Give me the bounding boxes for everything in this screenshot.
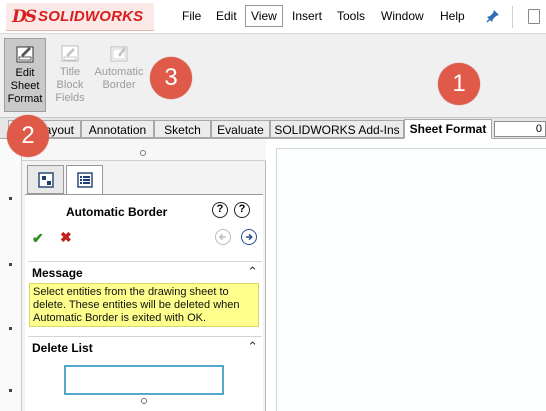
menu-bar: DS SOLIDWORKS File Edit View Insert Tool… xyxy=(0,0,546,34)
ds-logo-icon: DS xyxy=(12,6,37,27)
delete-list-box[interactable] xyxy=(64,365,224,395)
delete-list-section-title: Delete List xyxy=(32,341,93,355)
tab-annotation[interactable]: Annotation xyxy=(81,120,154,138)
menu-file[interactable]: File xyxy=(182,8,201,24)
whats-wrong-help-icon[interactable]: ? xyxy=(212,202,228,218)
menu-separator xyxy=(512,6,513,28)
menu-window[interactable]: Window xyxy=(381,8,424,24)
help-icon[interactable]: ? xyxy=(234,202,250,218)
drag-handle-icon[interactable] xyxy=(140,150,146,156)
callout-2: 2 xyxy=(7,115,49,157)
callout-3: 3 xyxy=(150,57,192,99)
automatic-border-button[interactable]: Automatic Border xyxy=(91,38,147,112)
tab-evaluate[interactable]: Evaluate xyxy=(211,120,270,138)
menu-view[interactable]: View xyxy=(245,5,283,27)
property-manager-tab[interactable] xyxy=(66,165,103,195)
new-document-icon[interactable] xyxy=(528,9,540,24)
command-tabs: Layout Annotation Sketch Evaluate SOLIDW… xyxy=(0,117,546,139)
ruler-tick xyxy=(9,263,12,266)
title-block-fields-label: Title Block Fields xyxy=(55,66,85,104)
callout-1: 1 xyxy=(438,63,480,105)
tab-sheet-format[interactable]: Sheet Format xyxy=(404,119,492,139)
message-text: Select entities from the drawing sheet t… xyxy=(29,283,259,327)
next-arrow-icon[interactable] xyxy=(241,229,257,245)
edit-sheet-format-label: Edit Sheet Format xyxy=(7,67,43,105)
list-resize-handle-icon[interactable] xyxy=(141,398,147,404)
property-manager-panel: Automatic Border ? ? ✔ ✖ Message ⌃ Selec… xyxy=(22,139,266,411)
property-manager-body: Automatic Border ? ? ✔ ✖ Message ⌃ Selec… xyxy=(25,194,263,411)
drawing-sheet[interactable] xyxy=(276,148,546,411)
tab-sketch[interactable]: Sketch xyxy=(154,120,211,138)
logo-text: SOLIDWORKS xyxy=(38,8,144,25)
automatic-border-label: Automatic Border xyxy=(94,66,144,91)
ruler-tick xyxy=(9,197,12,200)
previous-arrow-icon[interactable] xyxy=(215,229,231,245)
feature-manager-icon xyxy=(38,172,54,188)
solidworks-logo[interactable]: DS SOLIDWORKS xyxy=(6,3,154,31)
edit-sheet-format-icon xyxy=(16,46,34,63)
solidworks-window: DS SOLIDWORKS File Edit View Insert Tool… xyxy=(0,0,546,411)
pin-icon[interactable] xyxy=(486,9,500,23)
collapse-caret-icon[interactable]: ⌃ xyxy=(247,264,258,280)
property-manager-icon xyxy=(77,172,93,188)
automatic-border-icon xyxy=(110,46,128,62)
cancel-x-icon[interactable]: ✖ xyxy=(60,229,72,246)
title-block-fields-button[interactable]: Title Block Fields xyxy=(52,38,88,112)
panel-resize-handle[interactable] xyxy=(22,139,266,161)
ok-checkmark-icon[interactable]: ✔ xyxy=(32,230,44,247)
feature-manager-tab[interactable] xyxy=(27,165,64,194)
tab-solidworks-add-ins[interactable]: SOLIDWORKS Add-Ins xyxy=(270,120,404,138)
property-manager-title: Automatic Border xyxy=(66,205,168,219)
menu-tools[interactable]: Tools xyxy=(337,8,365,24)
ruler-tick xyxy=(9,389,12,392)
menu-help[interactable]: Help xyxy=(440,8,465,24)
ruler-tick xyxy=(9,327,12,330)
title-block-fields-icon xyxy=(61,45,79,62)
tab-bar-value-field[interactable]: 0 xyxy=(494,121,546,137)
message-section-title: Message xyxy=(32,266,83,280)
left-ruler-strip xyxy=(0,139,22,411)
menu-insert[interactable]: Insert xyxy=(292,8,322,24)
delete-list-section-header[interactable]: Delete List ⌃ xyxy=(28,336,262,358)
menu-edit[interactable]: Edit xyxy=(216,8,237,24)
edit-sheet-format-button[interactable]: Edit Sheet Format xyxy=(4,38,46,112)
message-section-header[interactable]: Message ⌃ xyxy=(28,261,262,283)
collapse-caret-icon[interactable]: ⌃ xyxy=(247,339,258,355)
